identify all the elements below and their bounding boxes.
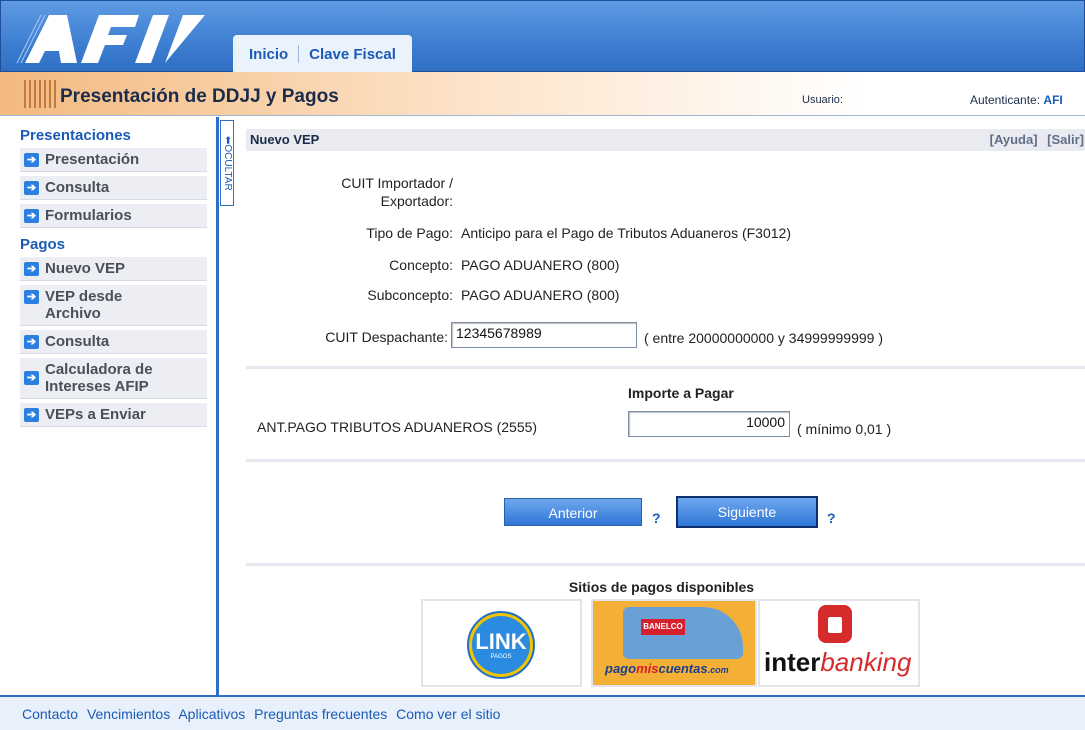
panel-header: Nuevo VEP [Ayuda] [Salir] (246, 129, 1085, 151)
tab-separator (298, 45, 300, 63)
sidebar-item-vep-desde-archivo[interactable]: ➔ VEP desde Archivo (20, 285, 207, 326)
interbanking-text-b: banking (820, 647, 912, 677)
sidebar: Presentaciones ➔ Presentación ➔ Consulta… (0, 117, 216, 695)
sidebar-divider (216, 117, 219, 695)
arrow-right-icon: ➔ (24, 153, 39, 167)
concepto-label: Concepto: (389, 257, 453, 273)
pmc-text-a: pago (605, 661, 637, 676)
anterior-button[interactable]: Anterior (504, 498, 642, 526)
payment-sites-title: Sitios de pagos disponibles (568, 579, 755, 595)
sidebar-toggle-button[interactable]: ⬅OCULTAR (220, 120, 234, 206)
link-pagos-logo[interactable]: LINK PAGOS (421, 599, 582, 687)
footer-link-como-ver[interactable]: Como ver el sitio (396, 706, 500, 722)
main-panel: Nuevo VEP [Ayuda] [Salir] CUIT Importado… (238, 117, 1085, 695)
sidebar-item-label: Calculadora de Intereses AFIP (45, 361, 153, 395)
pagomiscuentas-logo[interactable]: BANELCO pagomiscuentas.com (591, 599, 757, 687)
tipo-pago-label: Tipo de Pago: (366, 225, 453, 241)
sidebar-item-calculadora[interactable]: ➔ Calculadora de Intereses AFIP (20, 358, 207, 399)
sidebar-item-presentacion[interactable]: ➔ Presentación (20, 148, 207, 172)
top-banner: Inicio Clave Fiscal (0, 0, 1085, 73)
sidebar-item-consulta-presentaciones[interactable]: ➔ Consulta (20, 176, 207, 200)
pmc-text-b: mis (636, 661, 659, 676)
cuit-importador-label: CUIT Importador / Exportador: (341, 175, 453, 209)
interbanking-text-a: inter (764, 647, 821, 677)
pmc-text-c: cuentas (658, 661, 708, 676)
pmc-text: pagomiscuentas.com (605, 661, 729, 676)
concepto-value: PAGO ADUANERO (800) (461, 257, 620, 273)
tipo-pago-value: Anticipo para el Pago de Tributos Aduane… (461, 225, 791, 241)
importe-input[interactable]: 10000 (628, 411, 790, 437)
link-subtext: PAGOS (490, 654, 512, 660)
user-value (860, 90, 960, 106)
sidebar-item-veps-a-enviar[interactable]: ➔ VEPs a Enviar (20, 403, 207, 427)
sidebar-item-label: VEPs a Enviar (45, 406, 146, 423)
interbanking-mark (818, 605, 852, 643)
divider (246, 366, 1085, 369)
subconcepto-label: Subconcepto: (367, 287, 453, 303)
sidebar-heading-presentaciones: Presentaciones (20, 127, 131, 144)
cuit-despachante-input[interactable]: 12345678989 (451, 322, 637, 348)
top-nav: Inicio Clave Fiscal (233, 35, 412, 73)
arrow-right-icon: ➔ (24, 262, 39, 276)
auth-label-text: Autenticante: (970, 93, 1041, 107)
sidebar-heading-pagos: Pagos (20, 236, 66, 253)
footer-link-aplicativos[interactable]: Aplicativos (178, 706, 245, 722)
pmc-text-d: .com (707, 665, 729, 675)
sidebar-item-label: Formularios (45, 207, 132, 224)
sidebar-item-label: Nuevo VEP (45, 260, 126, 277)
anterior-help-icon[interactable]: ? (652, 510, 661, 526)
cuit-despachante-hint: ( entre 20000000000 y 34999999999 ) (644, 330, 883, 346)
toggle-arrow-icon: ⬅ (222, 135, 233, 145)
arrow-right-icon: ➔ (24, 181, 39, 195)
exit-link[interactable]: [Salir] (1047, 132, 1084, 147)
arrow-right-icon: ➔ (24, 290, 39, 304)
importe-concept-label: ANT.PAGO TRIBUTOS ADUANEROS (2555) (257, 419, 538, 435)
page-title: Presentación de DDJJ y Pagos (60, 86, 339, 107)
user-label: Usuario: (802, 94, 843, 106)
cuit-despachante-label: CUIT Despachante: (325, 329, 448, 345)
sidebar-item-label: Presentación (45, 151, 140, 168)
tab-inicio[interactable]: Inicio (243, 46, 294, 63)
banelco-badge: BANELCO (641, 619, 685, 635)
importe-hint: ( mínimo 0,01 ) (797, 421, 892, 437)
auth-label: Autenticante: AFI (970, 93, 1063, 107)
sidebar-item-label: VEP desde Archivo (45, 288, 123, 322)
footer: Contacto Vencimientos Aplicativos Pregun… (0, 695, 1085, 730)
importe-heading: Importe a Pagar (628, 385, 734, 401)
footer-link-contacto[interactable]: Contacto (22, 706, 78, 722)
divider (246, 563, 1085, 566)
footer-link-vencimientos[interactable]: Vencimientos (87, 706, 170, 722)
sidebar-item-label: Consulta (45, 333, 110, 350)
divider (246, 459, 1085, 462)
link-circle: LINK PAGOS (467, 611, 535, 679)
interbanking-mark-inner (828, 617, 842, 633)
help-link[interactable]: [Ayuda] (990, 132, 1038, 147)
subconcepto-value: PAGO ADUANERO (800) (461, 287, 620, 303)
title-bar: Presentación de DDJJ y Pagos Usuario: Au… (0, 72, 1085, 116)
sidebar-item-label: Consulta (45, 179, 110, 196)
arrow-right-icon: ➔ (24, 335, 39, 349)
arrow-right-icon: ➔ (24, 371, 39, 385)
tab-clave-fiscal[interactable]: Clave Fiscal (303, 46, 402, 63)
sidebar-toggle-label: OCULTAR (222, 144, 233, 191)
arrow-right-icon: ➔ (24, 209, 39, 223)
panel-links: [Ayuda] [Salir] (984, 132, 1084, 147)
auth-value: AFI (1043, 93, 1063, 107)
footer-link-preguntas[interactable]: Preguntas frecuentes (254, 706, 387, 722)
siguiente-help-icon[interactable]: ? (827, 510, 836, 526)
sidebar-item-formularios[interactable]: ➔ Formularios (20, 204, 207, 228)
sidebar-item-nuevo-vep[interactable]: ➔ Nuevo VEP (20, 257, 207, 281)
sidebar-item-consulta-pagos[interactable]: ➔ Consulta (20, 330, 207, 354)
interbanking-text: interbanking (764, 647, 911, 678)
interbanking-logo[interactable]: interbanking (758, 599, 920, 687)
arrow-right-icon: ➔ (24, 408, 39, 422)
panel-title: Nuevo VEP (250, 132, 320, 147)
link-text: LINK (475, 629, 527, 654)
siguiente-button[interactable]: Siguiente (676, 496, 818, 528)
afip-logo[interactable] (15, 11, 225, 66)
title-decoration (24, 80, 58, 108)
